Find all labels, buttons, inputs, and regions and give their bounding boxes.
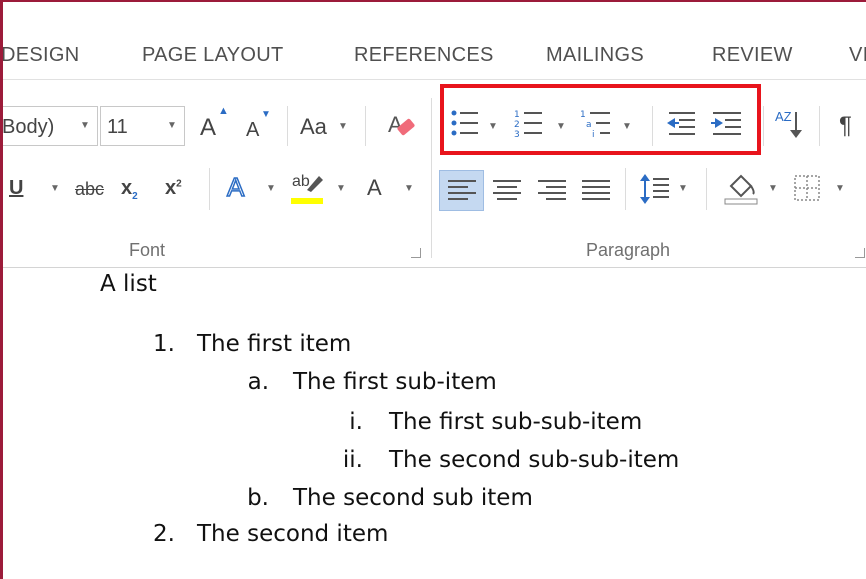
- superscript-mark: 2: [176, 178, 182, 190]
- shading-dropdown-icon[interactable]: ▼: [768, 184, 778, 194]
- text-effects-button[interactable]: A: [226, 173, 245, 201]
- list-marker: 1.: [153, 331, 175, 357]
- tab-view[interactable]: VI: [849, 44, 866, 67]
- line-spacing-dropdown-icon[interactable]: ▼: [678, 184, 688, 194]
- grow-font-button[interactable]: A: [200, 116, 216, 140]
- paragraph-group-label: Paragraph: [586, 240, 671, 260]
- font-name-box[interactable]: Body) ▼: [2, 106, 98, 146]
- list-marker: b.: [247, 485, 269, 511]
- list-item-text: The first item: [197, 331, 352, 357]
- divider: [365, 106, 366, 146]
- align-center-icon[interactable]: [493, 178, 521, 204]
- change-case-dropdown-icon[interactable]: ▼: [338, 122, 348, 132]
- font-name-value: Body): [2, 116, 55, 138]
- font-dialog-launcher-icon[interactable]: [411, 248, 421, 258]
- font-group-label: Font: [129, 240, 166, 260]
- borders-dropdown-icon[interactable]: ▼: [835, 184, 845, 194]
- highlighter-pen-icon: [307, 176, 323, 192]
- subscript-button[interactable]: x2: [121, 178, 138, 202]
- superscript-button[interactable]: x2: [165, 178, 182, 198]
- ribbon-tabs: DESIGN PAGE LAYOUT REFERENCES MAILINGS R…: [3, 30, 866, 80]
- sort-arrow-icon: [790, 112, 802, 138]
- list-buttons-highlight-box: [440, 84, 761, 155]
- font-size-value: 11: [107, 116, 128, 138]
- shrink-font-button[interactable]: A: [246, 120, 259, 140]
- divider: [287, 106, 288, 146]
- superscript-label: x: [165, 177, 177, 199]
- text-effects-dropdown-icon[interactable]: ▼: [266, 184, 276, 194]
- svg-text:A: A: [388, 112, 403, 137]
- paragraph-dialog-launcher-icon[interactable]: [855, 248, 865, 258]
- ribbon: DESIGN PAGE LAYOUT REFERENCES MAILINGS R…: [3, 2, 866, 268]
- font-color-dropdown-icon[interactable]: ▼: [404, 184, 414, 194]
- list-item-text: The first sub-sub-item: [389, 409, 643, 435]
- line-spacing-icon[interactable]: [639, 172, 671, 206]
- grow-arrow-icon: ▲: [218, 105, 229, 117]
- font-name-dropdown-icon[interactable]: ▼: [80, 121, 90, 131]
- list-item-text: The second sub item: [293, 485, 533, 511]
- tab-design[interactable]: DESIGN: [3, 44, 79, 67]
- shading-icon[interactable]: [723, 172, 759, 206]
- subscript-label: x: [121, 177, 133, 199]
- divider: [706, 168, 707, 210]
- list-marker: 2.: [153, 521, 175, 547]
- divider: [819, 106, 820, 146]
- tab-mailings[interactable]: MAILINGS: [546, 44, 644, 67]
- subscript-mark: 2: [132, 191, 138, 202]
- shrink-arrow-icon: ▼: [261, 109, 271, 120]
- strikethrough-button[interactable]: abc: [75, 180, 104, 198]
- font-color-button[interactable]: A: [367, 177, 382, 199]
- font-size-dropdown-icon[interactable]: ▼: [167, 121, 177, 131]
- clear-formatting-icon[interactable]: A: [386, 108, 418, 142]
- list-heading: A list: [100, 271, 157, 297]
- document-body[interactable]: A list 1. The first item a. The first su…: [3, 268, 866, 579]
- group-divider: [431, 98, 432, 258]
- tab-references[interactable]: REFERENCES: [354, 44, 494, 67]
- underline-button[interactable]: U: [9, 178, 23, 198]
- divider: [209, 168, 210, 210]
- underline-dropdown-icon[interactable]: ▼: [50, 184, 60, 194]
- list-marker: a.: [247, 369, 269, 395]
- highlight-color-bar: [291, 198, 323, 204]
- align-right-icon[interactable]: [538, 178, 566, 204]
- tab-page-layout[interactable]: PAGE LAYOUT: [142, 44, 283, 67]
- list-item-text: The first sub-item: [293, 369, 497, 395]
- list-marker: i.: [349, 409, 363, 435]
- word-window: DESIGN PAGE LAYOUT REFERENCES MAILINGS R…: [0, 0, 866, 579]
- justify-icon[interactable]: [582, 178, 610, 204]
- show-hide-button[interactable]: ¶: [839, 114, 852, 138]
- font-size-box[interactable]: 11 ▼: [100, 106, 185, 146]
- list-marker: ii.: [342, 447, 363, 473]
- list-item-text: The second sub-sub-item: [389, 447, 680, 473]
- highlight-dropdown-icon[interactable]: ▼: [336, 184, 346, 194]
- list-item-text: The second item: [197, 521, 389, 547]
- tab-review[interactable]: REVIEW: [712, 44, 793, 67]
- borders-icon[interactable]: [793, 174, 821, 202]
- sort-button[interactable]: AZ: [775, 110, 792, 123]
- change-case-button[interactable]: Aa: [300, 116, 327, 138]
- divider: [763, 106, 764, 146]
- align-left-icon[interactable]: [448, 178, 476, 204]
- divider: [625, 168, 626, 210]
